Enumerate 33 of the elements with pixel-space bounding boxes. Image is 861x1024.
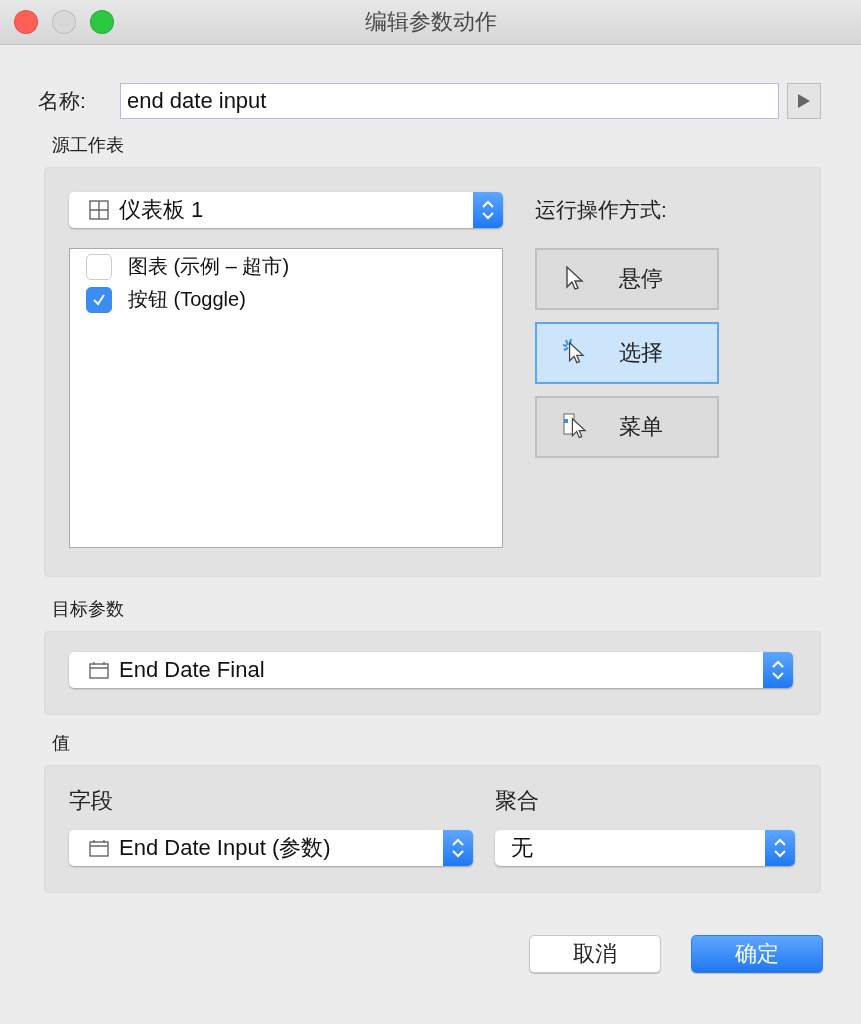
stepper-icon (765, 830, 795, 866)
name-label: 名称: (38, 88, 87, 114)
checkbox[interactable] (86, 286, 112, 313)
field-dropdown[interactable]: End Date Input (参数) (69, 830, 473, 866)
field-label: 字段 (69, 787, 114, 815)
section-label: 目标参数 (52, 598, 124, 621)
run-option-button[interactable]: 菜单 (535, 396, 719, 458)
grid-icon (89, 200, 109, 220)
close-button[interactable] (14, 10, 38, 34)
calendar-icon (89, 661, 109, 679)
parameter-dropdown[interactable]: End Date Final (69, 652, 793, 688)
cancel-button[interactable]: 取消 (529, 935, 661, 973)
play-button[interactable] (787, 83, 821, 119)
aggregation-dropdown[interactable]: 无 (495, 830, 795, 866)
calendar-icon (89, 839, 109, 857)
dashboard-dropdown[interactable]: 仪表板 1 (69, 192, 503, 228)
run-option-button[interactable]: 悬停 (535, 248, 719, 310)
section-label: 源工作表 (52, 134, 124, 157)
run-action-label: 运行操作方式: (535, 197, 668, 223)
sheet-label: 图表 (示例 – 超市) (128, 254, 290, 279)
stepper-icon (763, 652, 793, 688)
name-field[interactable]: end date input (120, 83, 779, 119)
aggregation-label: 聚合 (495, 787, 540, 815)
window-title: 编辑参数动作 (363, 8, 498, 36)
stepper-icon (473, 192, 503, 228)
run-option-button[interactable]: 选择 (535, 322, 719, 384)
section-label: 值 (52, 732, 70, 755)
sheet-label: 按钮 (Toggle) (128, 287, 246, 312)
zoom-button[interactable] (90, 10, 114, 34)
checkbox[interactable] (86, 253, 112, 280)
play-icon (797, 93, 811, 109)
menu-pointer-icon (563, 413, 589, 441)
stepper-icon (443, 830, 473, 866)
